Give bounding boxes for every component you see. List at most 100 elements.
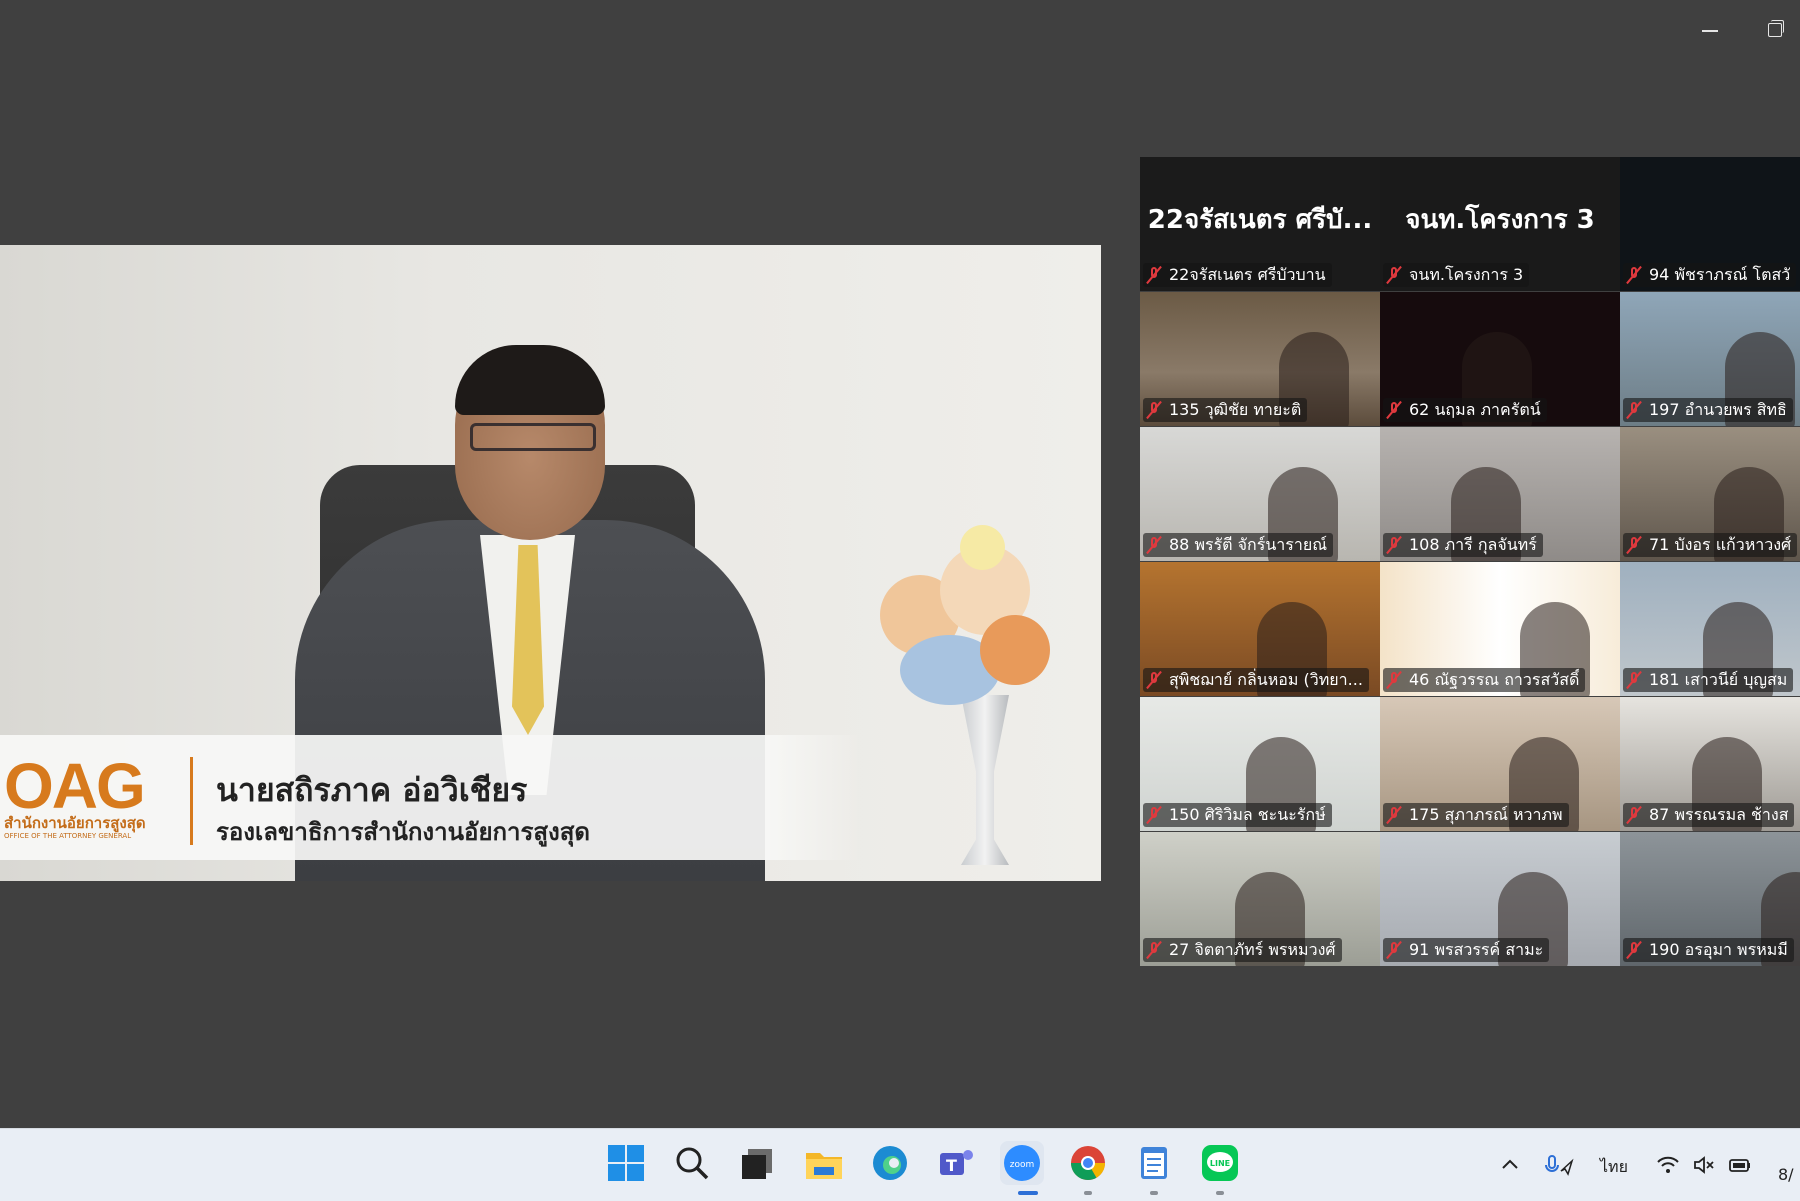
participant-label: 46 ณัฐวรรณ ถาวรสวัสดิ์ — [1383, 668, 1586, 692]
participant-tile[interactable]: 150 ศิริวิมล ชะนะรักษ์ — [1140, 697, 1380, 831]
participant-tile[interactable]: 197 อำนวยพร สิทธิ — [1620, 292, 1800, 426]
participant-tile[interactable]: 46 ณัฐวรรณ ถาวรสวัสดิ์ — [1380, 562, 1620, 696]
mic-muted-icon — [1147, 536, 1161, 554]
participant-tile[interactable]: จนท.โครงการ 3 จนท.โครงการ 3 — [1380, 157, 1620, 291]
participant-label: 71 บังอร แก้วหาวงศ์ — [1623, 533, 1798, 557]
taskbar: T zoom LINE ไทย 8/ — [0, 1128, 1800, 1201]
speaker-muted-icon[interactable] — [1692, 1153, 1716, 1177]
line-icon[interactable]: LINE — [1200, 1143, 1240, 1183]
participant-tile[interactable]: 22จรัสเนตร ศรีบั... 22จรัสเนตร ศรีบัวบาน — [1140, 157, 1380, 291]
restore-button[interactable] — [1762, 18, 1786, 42]
mic-muted-icon — [1627, 266, 1641, 284]
participant-tile[interactable]: 190 อรอุมา พรหมมี — [1620, 832, 1800, 966]
participant-name: 27 จิตตาภัทร์ พรหมวงศ์ — [1169, 940, 1336, 959]
participant-label: 22จรัสเนตร ศรีบัวบาน — [1143, 263, 1332, 287]
flower-vase — [961, 695, 1009, 865]
participant-name-large: 22จรัสเนตร ศรีบั... — [1147, 205, 1373, 235]
clock[interactable]: 8/ — [1778, 1165, 1794, 1184]
zoom-icon[interactable]: zoom — [1000, 1141, 1044, 1185]
participant-label: 88 พรรัตี จักร์นารายณ์ — [1143, 533, 1334, 557]
participant-tile[interactable]: 135 วุฒิชัย ทายะติ — [1140, 292, 1380, 426]
participant-name: จนท.โครงการ 3 — [1409, 265, 1524, 284]
mic-muted-icon — [1387, 806, 1401, 824]
mic-muted-icon — [1627, 671, 1641, 689]
participant-name: 94 พัชราภรณ์ โตสวั — [1649, 265, 1791, 284]
participant-label: 91 พรสวรรค์ สามะ — [1383, 938, 1550, 962]
speaker-name: นายสถิรภาค อ่อวิเชียร — [216, 771, 528, 809]
participant-tile[interactable]: 181 เสาวนีย์ บุญสม — [1620, 562, 1800, 696]
mic-muted-icon — [1147, 671, 1161, 689]
participant-name-large: จนท.โครงการ 3 — [1405, 205, 1595, 235]
mic-muted-icon — [1627, 536, 1641, 554]
participant-tile[interactable]: 175 สุภาภรณ์ หวาภพ — [1380, 697, 1620, 831]
participant-label: 108 ภารี กุลจันทร์ — [1383, 533, 1543, 557]
participant-label: 87 พรรณรมล ช้างส — [1623, 803, 1795, 827]
participant-gallery: 22จรัสเนตร ศรีบั... 22จรัสเนตร ศรีบัวบาน จ… — [1140, 157, 1800, 967]
participant-name: 175 สุภาภรณ์ หวาภพ — [1409, 805, 1563, 824]
participant-name: 150 ศิริวิมล ชะนะรักษ์ — [1169, 805, 1326, 824]
participant-name: 91 พรสวรรค์ สามะ — [1409, 940, 1544, 959]
participant-tile[interactable]: 91 พรสวรรค์ สามะ — [1380, 832, 1620, 966]
participant-label: 190 อรอุมา พรหมมี — [1623, 938, 1794, 962]
participant-name: 87 พรรณรมล ช้างส — [1649, 805, 1789, 824]
participant-tile[interactable]: 27 จิตตาภัทร์ พรหมวงศ์ — [1140, 832, 1380, 966]
mic-muted-icon — [1627, 401, 1641, 419]
oag-logo: OAG สำนักงานอัยการสูงสุด OFFICE OF THE A… — [4, 750, 146, 840]
participant-name: สุพิชฌาย์ กลิ่นหอม (วิทยา... — [1169, 670, 1363, 689]
participant-label: 27 จิตตาภัทร์ พรหมวงศ์ — [1143, 938, 1342, 962]
mic-muted-icon — [1387, 536, 1401, 554]
participant-label: จนท.โครงการ 3 — [1383, 263, 1530, 287]
speaker-video: OAG สำนักงานอัยการสูงสุด OFFICE OF THE A… — [0, 245, 1101, 881]
participant-name: 62 นฤมล ภาครัตน์ — [1409, 400, 1541, 419]
mic-muted-icon — [1387, 671, 1401, 689]
svg-text:LINE: LINE — [1210, 1159, 1230, 1168]
mic-muted-icon — [1147, 266, 1161, 284]
participant-tile[interactable]: 71 บังอร แก้วหาวงศ์ — [1620, 427, 1800, 561]
participant-name: 88 พรรัตี จักร์นารายณ์ — [1169, 535, 1328, 554]
microphone-location-icon[interactable] — [1544, 1153, 1574, 1177]
task-view-icon[interactable] — [738, 1143, 778, 1183]
notepad-icon[interactable] — [1134, 1143, 1174, 1183]
participant-name: 22จรัสเนตร ศรีบัวบาน — [1169, 265, 1326, 284]
chrome-icon[interactable] — [1068, 1143, 1108, 1183]
minimize-button[interactable] — [1698, 18, 1722, 42]
mic-muted-icon — [1627, 941, 1641, 959]
participant-label: 197 อำนวยพร สิทธิ — [1623, 398, 1793, 422]
participant-name: 46 ณัฐวรรณ ถาวรสวัสดิ์ — [1409, 670, 1580, 689]
mic-muted-icon — [1147, 806, 1161, 824]
participant-tile[interactable]: 94 พัชราภรณ์ โตสวั — [1620, 157, 1800, 291]
participant-tile[interactable]: 108 ภารี กุลจันทร์ — [1380, 427, 1620, 561]
participant-name: 190 อรอุมา พรหมมี — [1649, 940, 1788, 959]
mic-muted-icon — [1147, 941, 1161, 959]
svg-text:T: T — [946, 1156, 957, 1175]
participant-label: 181 เสาวนีย์ บุญสม — [1623, 668, 1794, 692]
teams-icon[interactable]: T — [936, 1143, 976, 1183]
participant-label: สุพิชฌาย์ กลิ่นหอม (วิทยา... — [1143, 668, 1369, 692]
mic-muted-icon — [1387, 401, 1401, 419]
participant-label: 62 นฤมล ภาครัตน์ — [1383, 398, 1547, 422]
file-explorer-icon[interactable] — [804, 1143, 844, 1183]
participant-tile[interactable]: 88 พรรัตี จักร์นารายณ์ — [1140, 427, 1380, 561]
edge-icon[interactable] — [870, 1143, 910, 1183]
mic-muted-icon — [1387, 941, 1401, 959]
participant-label: 150 ศิริวิมล ชะนะรักษ์ — [1143, 803, 1332, 827]
mic-muted-icon — [1387, 266, 1401, 284]
chevron-up-icon[interactable] — [1498, 1153, 1522, 1177]
participant-name: 71 บังอร แก้วหาวงศ์ — [1649, 535, 1792, 554]
participant-name: 108 ภารี กุลจันทร์ — [1409, 535, 1537, 554]
participant-tile[interactable]: 87 พรรณรมล ช้างส — [1620, 697, 1800, 831]
wifi-icon[interactable] — [1656, 1153, 1680, 1177]
svg-text:zoom: zoom — [1010, 1160, 1035, 1170]
participant-label: 135 วุฒิชัย ทายะติ — [1143, 398, 1308, 422]
windows-start-icon[interactable] — [606, 1143, 646, 1183]
language-indicator[interactable]: ไทย — [1600, 1155, 1628, 1180]
participant-name: 197 อำนวยพร สิทธิ — [1649, 400, 1787, 419]
participant-tile[interactable]: สุพิชฌาย์ กลิ่นหอม (วิทยา... — [1140, 562, 1380, 696]
search-icon[interactable] — [672, 1143, 712, 1183]
participant-tile[interactable]: 62 นฤมล ภาครัตน์ — [1380, 292, 1620, 426]
participant-name: 135 วุฒิชัย ทายะติ — [1169, 400, 1302, 419]
mic-muted-icon — [1627, 806, 1641, 824]
participant-name: 181 เสาวนีย์ บุญสม — [1649, 670, 1788, 689]
battery-icon[interactable] — [1728, 1153, 1752, 1177]
participant-label: 94 พัชราภรณ์ โตสวั — [1623, 263, 1797, 287]
